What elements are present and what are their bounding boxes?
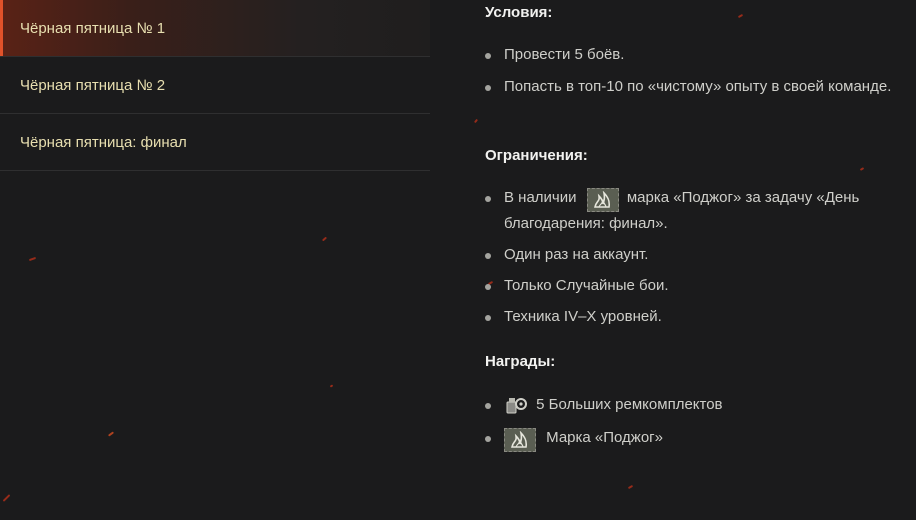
sidebar-item-label: Чёрная пятница № 1 (20, 19, 166, 37)
bullet-icon (485, 253, 491, 259)
ember (627, 484, 634, 490)
bullet-icon (485, 53, 491, 59)
list-item: Попасть в топ-10 по «чистому» опыту в св… (485, 75, 905, 99)
conditions-list: Провести 5 боёв. Попасть в топ-10 по «чи… (485, 43, 905, 99)
sidebar-item-black-friday-final[interactable]: Чёрная пятница: финал (0, 114, 430, 171)
ember (28, 256, 37, 262)
list-item: Марка «Поджог» (485, 426, 905, 452)
list-item: Провести 5 боёв. (485, 43, 905, 67)
sidebar-item-label: Чёрная пятница № 2 (20, 76, 166, 94)
bullet-icon (485, 403, 491, 409)
sidebar: Чёрная пятница № 1 Чёрная пятница № 2 Чё… (0, 0, 430, 171)
sidebar-item-black-friday-1[interactable]: Чёрная пятница № 1 (0, 0, 430, 57)
rewards-heading: Награды: (485, 353, 556, 370)
reward-text: 5 Больших ремкомплектов (536, 396, 723, 413)
restrictions-list: В наличии марка «Поджог» за задачу «День… (485, 186, 905, 329)
list-item: Техника IV–X уровней. (485, 305, 905, 329)
bullet-icon (485, 284, 491, 290)
condition-text: Попасть в топ-10 по «чистому» опыту в св… (504, 78, 892, 95)
ember (321, 236, 328, 242)
ember (859, 167, 865, 171)
repair-kit-icon (504, 394, 530, 416)
list-item: Только Случайные бои. (485, 274, 905, 298)
ember (107, 431, 115, 437)
bullet-icon (485, 85, 491, 91)
restriction-text: Техника IV–X уровней. (504, 308, 662, 325)
restriction-text: В наличии (504, 189, 577, 206)
list-item: Один раз на аккаунт. (485, 243, 905, 267)
sidebar-item-label: Чёрная пятница: финал (20, 133, 187, 151)
sidebar-item-black-friday-2[interactable]: Чёрная пятница № 2 (0, 57, 430, 114)
arson-stamp-icon (586, 188, 619, 212)
rewards-list: 5 Больших ремкомплектов Марка «Поджог» (485, 393, 905, 452)
bullet-icon (485, 315, 491, 321)
restriction-text: Только Случайные бои. (504, 277, 669, 294)
arson-stamp-icon (504, 428, 536, 452)
ember (329, 384, 334, 388)
reward-text: Марка «Поджог» (546, 429, 664, 446)
restriction-text: Один раз на аккаунт. (504, 246, 649, 263)
ember (473, 118, 479, 124)
list-item: В наличии марка «Поджог» за задачу «День… (485, 186, 905, 236)
ember (2, 494, 11, 502)
ember (737, 13, 744, 19)
conditions-heading: Условия: (485, 4, 553, 21)
bullet-icon (485, 196, 491, 202)
condition-text: Провести 5 боёв. (504, 46, 625, 63)
bullet-icon (485, 436, 491, 442)
restrictions-heading: Ограничения: (485, 147, 588, 164)
list-item: 5 Больших ремкомплектов (485, 393, 905, 417)
